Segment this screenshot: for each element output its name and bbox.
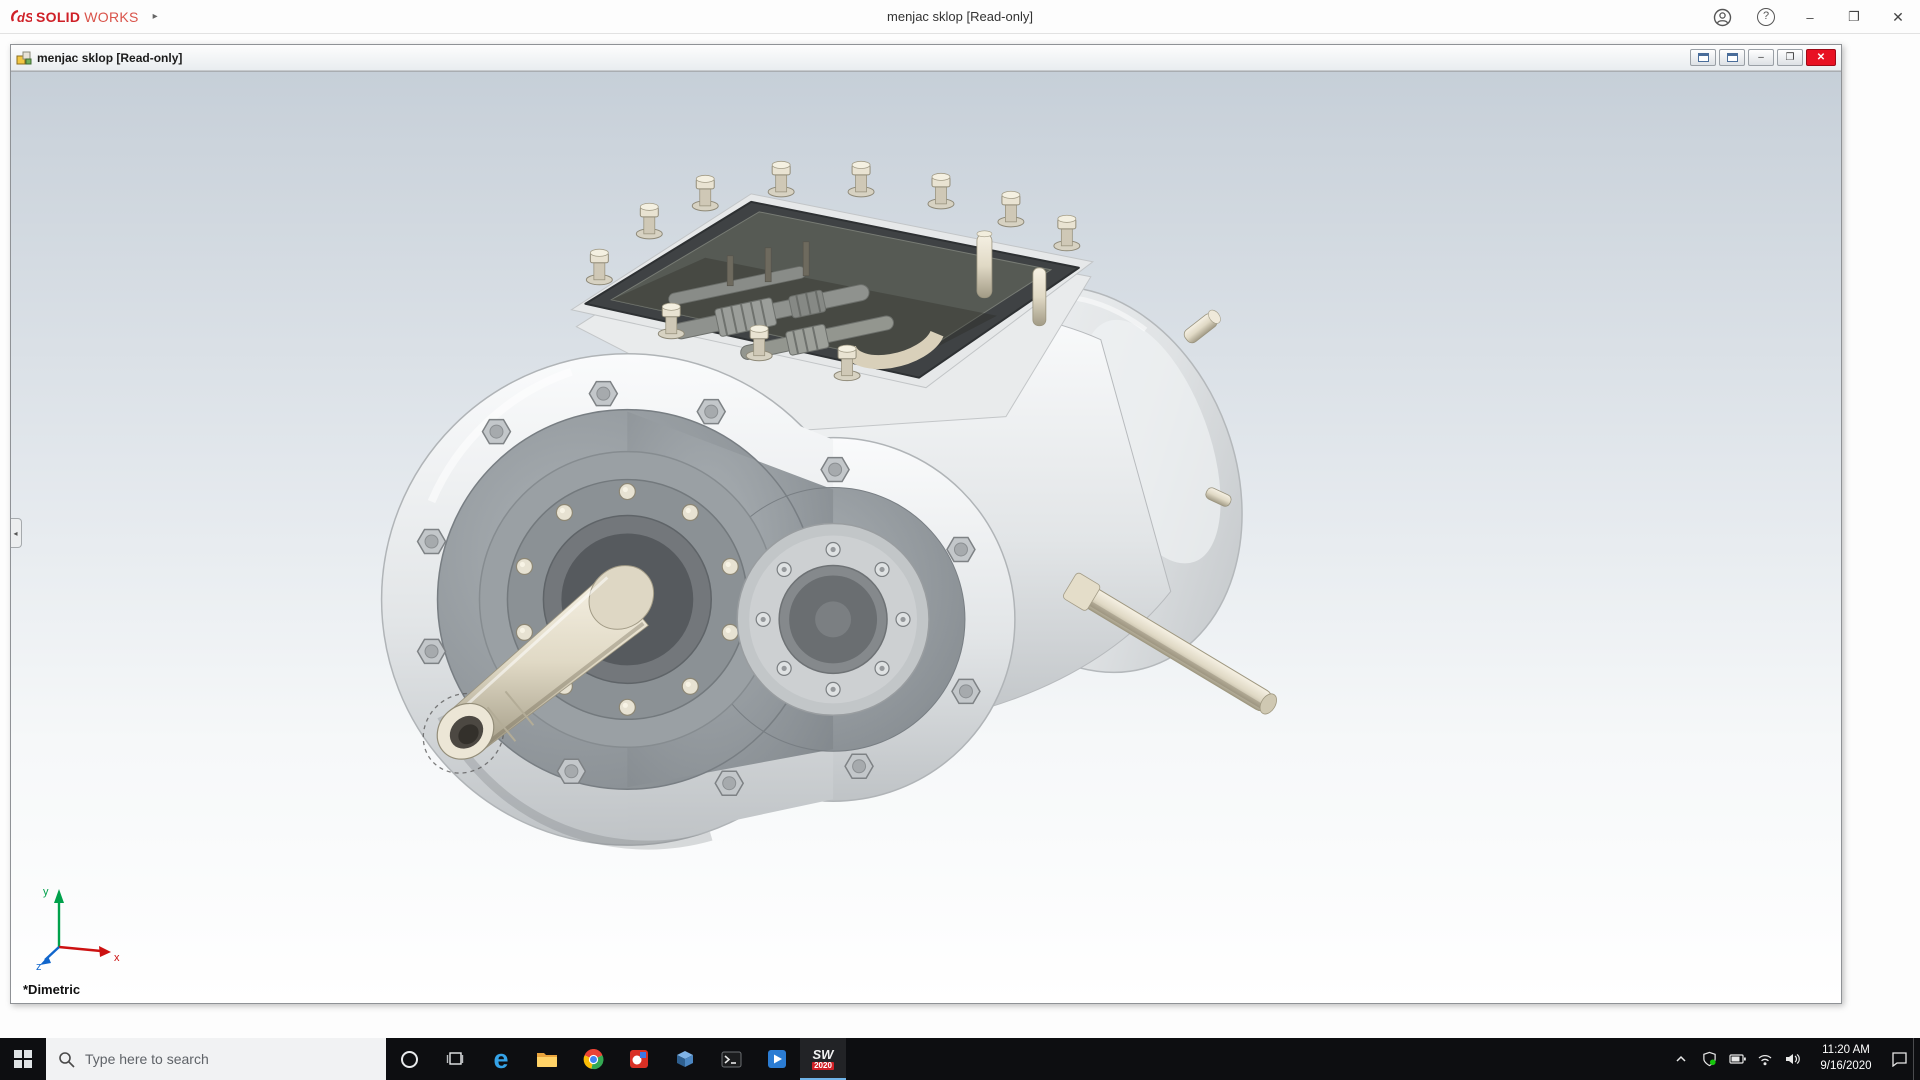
network-tray-button[interactable] <box>1751 1038 1779 1080</box>
account-icon <box>1713 8 1731 26</box>
taskbar-solidworks-icon[interactable]: SW 2020 <box>800 1038 846 1080</box>
side-cover-plate[interactable] <box>736 522 930 717</box>
volume-tray-button[interactable] <box>1779 1038 1807 1080</box>
window-pane-icon <box>1726 53 1738 62</box>
solidworks-titlebar: dS SOLID WORKS ▸ menjac sklop [Read-only]… <box>0 0 1920 34</box>
taskbar-clock[interactable]: 11:20 AM 9/16/2020 <box>1807 1038 1885 1080</box>
minimize-button[interactable]: – <box>1788 0 1832 34</box>
triad-z-label: z <box>36 961 42 971</box>
app-red-icon <box>630 1050 648 1068</box>
solidworks-logo: dS SOLID WORKS <box>0 7 145 27</box>
document-window: menjac sklop [Read-only] – ❐ ✕ ◂ y x z *… <box>10 44 1842 1004</box>
network-icon <box>1758 1054 1772 1065</box>
taskbar-spacer <box>846 1038 1667 1080</box>
triad-x-label: x <box>114 952 120 964</box>
file-explorer-icon <box>537 1053 557 1067</box>
doc-pane-button-1[interactable] <box>1690 49 1716 66</box>
triad-y-arrow <box>54 889 64 903</box>
cortana-button[interactable] <box>386 1038 432 1080</box>
chrome-icon <box>583 1048 603 1069</box>
taskbar-app-red-icon[interactable] <box>616 1038 662 1080</box>
close-button[interactable]: ✕ <box>1876 0 1920 34</box>
taskbar-media-app-icon[interactable] <box>754 1038 800 1080</box>
account-button[interactable] <box>1700 0 1744 34</box>
cube-app-icon <box>677 1051 693 1067</box>
doc-pane-button-2[interactable] <box>1719 49 1745 66</box>
task-view-icon <box>446 1052 464 1065</box>
windows-taskbar: e <box>0 1038 1920 1080</box>
app-client-area: menjac sklop [Read-only] – ❐ ✕ ◂ y x z *… <box>0 34 1920 1038</box>
gearbox-3d-model <box>380 160 1277 850</box>
solidworks-logo-mark: dS <box>11 9 32 25</box>
window-pane-icon <box>1697 53 1709 62</box>
search-input[interactable] <box>85 1051 374 1067</box>
desktop: dS SOLID WORKS ▸ menjac sklop [Read-only]… <box>0 0 1920 1080</box>
action-center-icon <box>1891 1052 1907 1067</box>
feature-pane-collapse-tab[interactable]: ◂ <box>11 518 22 548</box>
document-title: menjac sklop [Read-only] <box>37 50 183 65</box>
taskbar-edge-icon[interactable]: e <box>478 1038 524 1080</box>
solidworks-app-icon: SW 2020 <box>812 1047 834 1070</box>
document-titlebar[interactable]: menjac sklop [Read-only] – ❐ ✕ <box>11 45 1841 71</box>
svg-text:dS: dS <box>17 10 32 25</box>
action-center-button[interactable] <box>1885 1038 1913 1080</box>
clock-time: 11:20 AM <box>1822 1044 1870 1057</box>
taskbar-search[interactable] <box>46 1038 386 1080</box>
graphics-viewport[interactable]: ◂ y x z *Dimetric <box>11 71 1841 1003</box>
restore-button[interactable]: ❐ <box>1832 0 1876 34</box>
brand-works-text: WORKS <box>84 8 139 25</box>
taskbar-chrome-icon[interactable] <box>570 1038 616 1080</box>
help-icon: ? <box>1757 8 1775 26</box>
taskbar-terminal-icon[interactable] <box>708 1038 754 1080</box>
taskbar-cube-app-icon[interactable] <box>662 1038 708 1080</box>
security-tray-button[interactable] <box>1695 1038 1723 1080</box>
security-shield-icon <box>1702 1051 1716 1067</box>
doc-restore-button[interactable]: ❐ <box>1777 49 1803 66</box>
vent-stub[interactable] <box>1181 308 1223 345</box>
app-window-controls: ? – ❐ ✕ <box>1700 0 1920 33</box>
search-icon <box>59 1051 75 1068</box>
doc-close-button[interactable]: ✕ <box>1806 49 1836 66</box>
terminal-icon <box>721 1051 741 1067</box>
orientation-triad[interactable]: y x z <box>35 877 127 971</box>
chevron-up-icon <box>1676 1055 1686 1062</box>
show-desktop-button[interactable] <box>1913 1038 1920 1080</box>
brand-solid-text: SOLID <box>36 8 81 25</box>
triad-x-arrow <box>99 946 111 957</box>
assembly-document-icon <box>16 51 32 64</box>
triad-y-label: y <box>43 886 49 898</box>
cortana-icon <box>400 1050 418 1068</box>
doc-minimize-button[interactable]: – <box>1748 49 1774 66</box>
edge-icon: e <box>493 1043 509 1074</box>
media-app-icon <box>768 1050 786 1068</box>
volume-icon <box>1786 1054 1800 1064</box>
taskbar-file-explorer-icon[interactable] <box>524 1038 570 1080</box>
hidden-icons-chevron[interactable] <box>1667 1038 1695 1080</box>
start-button[interactable] <box>0 1038 46 1080</box>
clock-date: 9/16/2020 <box>1820 1060 1872 1072</box>
app-title: menjac sklop [Read-only] <box>887 9 1033 24</box>
document-window-controls: – ❐ ✕ <box>1687 49 1836 66</box>
battery-icon <box>1728 1054 1746 1064</box>
view-orientation-label: *Dimetric <box>23 982 81 997</box>
task-view-button[interactable] <box>432 1038 478 1080</box>
toolbar-expand-arrow[interactable]: ▸ <box>145 11 166 22</box>
battery-tray-button[interactable] <box>1723 1038 1751 1080</box>
windows-logo-icon <box>14 1050 32 1068</box>
help-button[interactable]: ? <box>1744 0 1788 34</box>
